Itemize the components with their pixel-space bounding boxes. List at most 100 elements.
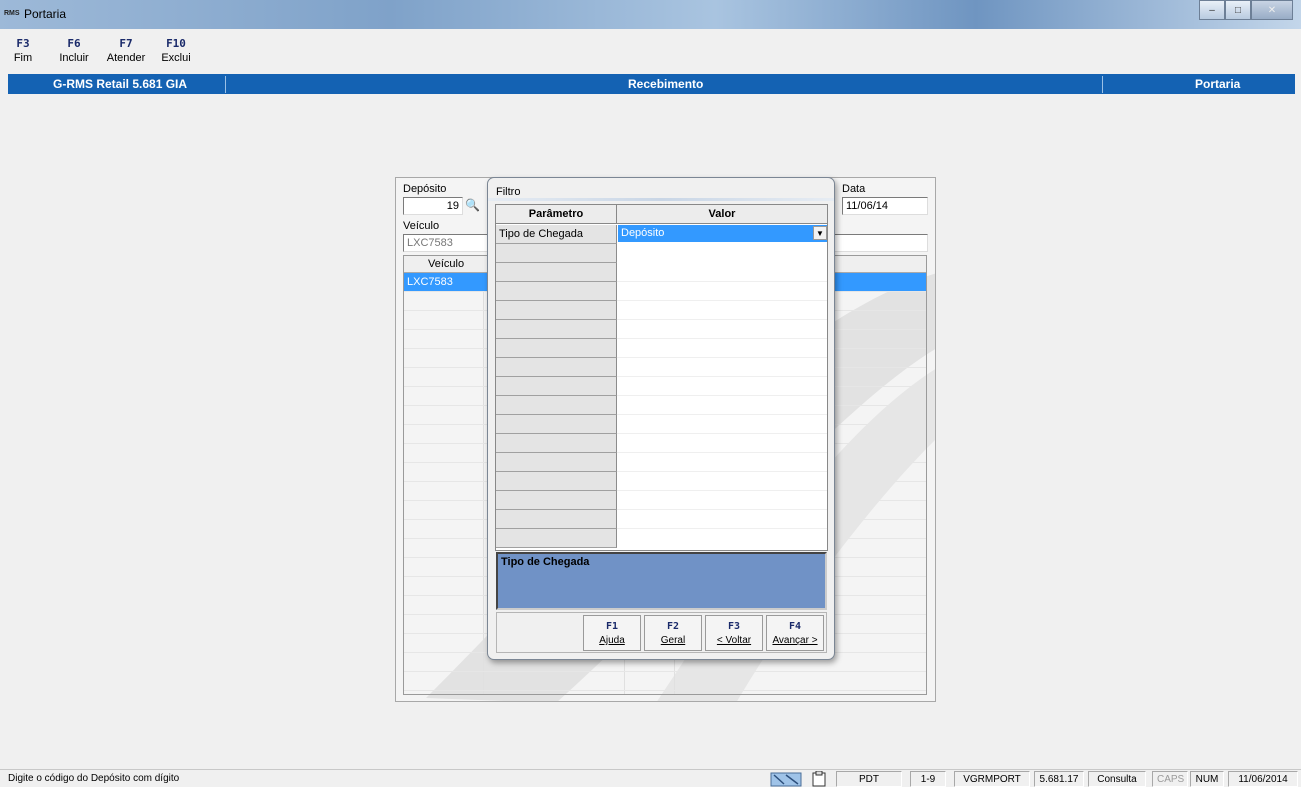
param-empty-cell [496,282,617,301]
value-empty-row [617,301,827,320]
value-empty-row [617,377,827,396]
minimize-button[interactable]: – [1199,0,1225,20]
param-empty-cell [496,453,617,472]
fkey-key: F6 [67,37,81,50]
fkey-key: F3 [16,37,30,50]
status-bar: Digite o código do Depósito com dígito P… [0,769,1301,787]
app-logo: RMS [4,10,20,17]
dialog-title: Filtro [496,186,521,198]
module-title: Recebimento [628,77,704,91]
value-empty-row [617,282,827,301]
fkey-exclui-button[interactable]: F10 Exclui [152,37,200,64]
param-empty-cell [496,301,617,320]
status-date: 11/06/2014 [1228,771,1298,787]
status-mode: Consulta [1088,771,1146,787]
button-key: F3 [727,621,741,632]
button-key: F4 [788,621,802,632]
deposito-label: Depósito [403,183,447,195]
value-empty-row [617,339,827,358]
dialog-button-area: F1 Ajuda F2 Geral F3 < Voltar F4 Avançar… [496,612,827,653]
grid-col-veiculo[interactable]: Veículo [428,258,464,270]
section-title: Portaria [1195,77,1241,91]
fkey-key: F7 [119,37,133,50]
param-empty-cell [496,377,617,396]
status-num: NUM [1190,771,1224,787]
fkey-key: F10 [166,37,186,50]
fkey-fim-button[interactable]: F3 Fim [10,37,36,64]
button-key: F2 [666,621,680,632]
param-empty-cell [496,263,617,282]
value-empty-row [617,396,827,415]
status-message: Digite o código do Depósito com dígito [8,773,180,784]
clipboard-icon[interactable] [810,771,828,787]
binoculars-search-icon[interactable]: 🔍 [465,198,480,212]
param-empty-cell [496,415,617,434]
button-label: Geral [660,635,686,646]
geral-button[interactable]: F2 Geral [644,615,702,651]
fkey-label: Incluir [59,52,89,64]
value-empty-row [617,358,827,377]
button-key: F1 [605,621,619,632]
deposito-input[interactable]: 19 [403,197,463,215]
function-key-toolbar: F3 Fim F6 Incluir F7 Atender F10 Exclui [0,29,1301,72]
fkey-label: Exclui [161,52,191,64]
parameter-description: Tipo de Chegada [496,552,827,610]
param-tipo-de-chegada[interactable]: Tipo de Chegada [496,225,617,244]
fkey-atender-button[interactable]: F7 Atender [98,37,154,64]
button-label: Avançar > [772,635,818,646]
status-version: 5.681.17 [1034,771,1084,787]
avancar-button[interactable]: F4 Avançar > [766,615,824,651]
header-divider [225,76,226,93]
col-valor-header: Valor [617,205,827,224]
value-empty-row [617,263,827,282]
filtro-dialog: Filtro Parâmetro Valor Tipo de Chegada D… [487,177,835,660]
minimize-icon: – [1209,4,1215,16]
tipo-de-chegada-value: Depósito [621,227,665,239]
param-empty-cell [496,320,617,339]
book-icon[interactable] [770,771,802,787]
fkey-incluir-button[interactable]: F6 Incluir [52,37,96,64]
value-empty-row [617,453,827,472]
maximize-button[interactable]: □ [1225,0,1251,20]
param-empty-cell [496,358,617,377]
module-header-bar: G-RMS Retail 5.681 GIA Recebimento Porta… [8,74,1295,94]
param-empty-cell [496,244,617,263]
value-empty-row [617,491,827,510]
close-button[interactable]: ✕ [1251,0,1293,20]
button-label: < Voltar [716,635,752,646]
status-user: VGRMPORT [954,771,1030,787]
window-controls: – □ ✕ [1199,0,1293,20]
maximize-icon: □ [1234,4,1242,16]
status-range: 1-9 [910,771,946,787]
value-empty-row [617,320,827,339]
value-empty-row [617,510,827,529]
data-label: Data [842,183,866,195]
grid-cell: LXC7583 [407,276,453,288]
col-parametro-header: Parâmetro [496,205,617,224]
param-empty-cell [496,491,617,510]
voltar-button[interactable]: F3 < Voltar [705,615,763,651]
data-input[interactable]: 11/06/14 [842,197,928,215]
fkey-label: Fim [13,52,33,64]
window-title: Portaria [24,7,67,21]
param-empty-cell [496,396,617,415]
ajuda-button[interactable]: F1 Ajuda [583,615,641,651]
app-version-title: G-RMS Retail 5.681 GIA [53,77,188,91]
value-empty-row [617,472,827,491]
param-empty-cell [496,510,617,529]
status-caps: CAPS [1152,771,1188,787]
param-empty-cell [496,339,617,358]
dialog-title-shade [488,198,834,201]
tipo-de-chegada-select[interactable]: Depósito ▼ [618,225,827,242]
veiculo-label: Veículo [403,220,440,232]
table-row[interactable] [404,672,926,691]
param-empty-cell [496,529,617,548]
button-label: Ajuda [599,635,625,646]
fkey-label: Atender [106,52,146,64]
value-empty-row [617,434,827,453]
parameter-table: Parâmetro Valor Tipo de Chegada Depósito… [495,204,828,551]
status-pdt: PDT [836,771,902,787]
close-icon: ✕ [1267,4,1277,16]
value-empty-row [617,415,827,434]
chevron-down-icon[interactable]: ▼ [813,226,827,240]
